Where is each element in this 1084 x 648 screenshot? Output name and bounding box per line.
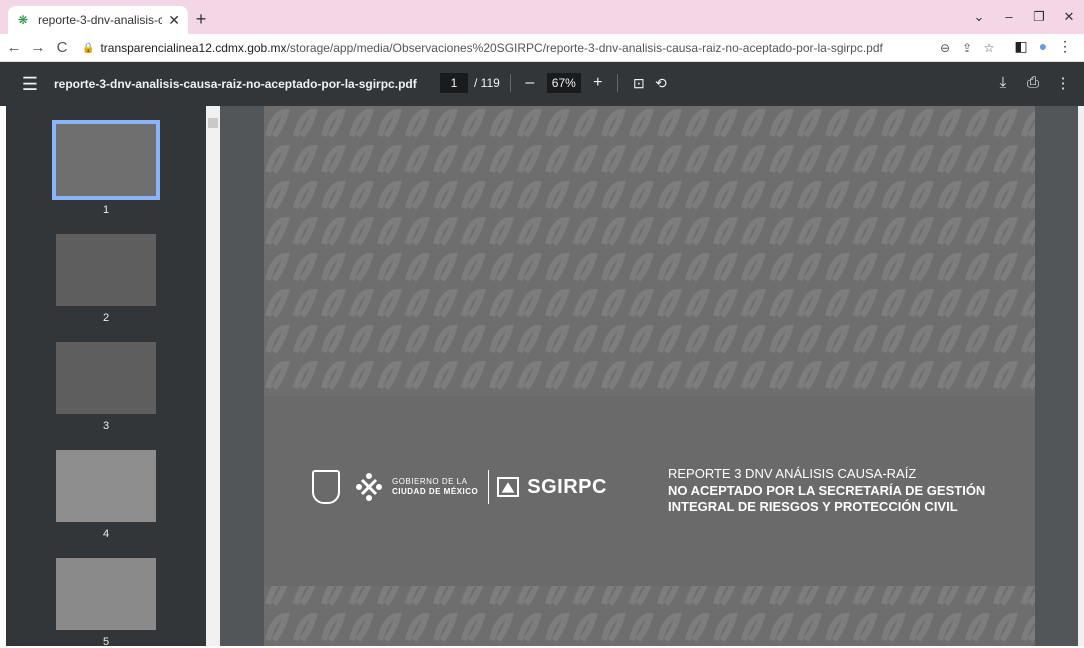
rotate-icon[interactable]: ⟲ <box>650 75 672 92</box>
print-icon[interactable]: ⎙ <box>1018 74 1048 92</box>
thumbnail-page-1[interactable] <box>52 120 160 200</box>
zoom-icon[interactable]: ⊖ <box>934 41 956 55</box>
zoom-input[interactable]: 67% <box>546 73 581 93</box>
zoom-out-button[interactable]: – <box>521 74 539 92</box>
tab-title: reporte-3-dnv-analisis-causa-raiz <box>38 13 163 27</box>
thumbnail-number: 4 <box>102 528 110 540</box>
agency-name: SGIRPC <box>527 475 607 498</box>
thumbnail-sidebar: 1 2 3 4 5 <box>6 106 220 648</box>
window-controls: ⌄ – ❐ ✕ <box>964 6 1084 28</box>
total-pages: / 119 <box>474 76 500 90</box>
cdmx-logo-icon <box>356 473 382 501</box>
profile-avatar[interactable]: ● <box>1032 38 1054 58</box>
more-options-icon[interactable]: ⋮ <box>1048 74 1078 92</box>
new-tab-button[interactable]: + <box>190 8 212 30</box>
thumbnail-number: 3 <box>102 420 110 432</box>
thumbnails-menu-icon[interactable]: ☰ <box>10 74 50 95</box>
tab-close-button[interactable]: ✕ <box>168 12 180 29</box>
back-button[interactable]: ← <box>4 39 24 56</box>
page-controls: 1 / 119 – 67% + ⊡ ⟲ <box>440 73 672 93</box>
thumbnail-page-3[interactable] <box>56 342 156 414</box>
zoom-in-button[interactable]: + <box>589 74 607 92</box>
thumbnail-page-5[interactable] <box>56 558 156 630</box>
omnibox-actions: ⊖ ⇪ ☆ <box>934 41 1000 55</box>
thumbnail-number: 1 <box>102 204 110 216</box>
close-window-button[interactable]: ✕ <box>1054 6 1084 28</box>
thumbnail-number: 2 <box>102 312 110 324</box>
page-number-input[interactable]: 1 <box>440 73 468 93</box>
tab-active[interactable]: ❋ reporte-3-dnv-analisis-causa-raiz ✕ <box>8 6 188 34</box>
report-subtitle-2: INTEGRAL DE RIESGOS Y PROTECCIÓN CIVIL <box>668 499 958 514</box>
report-subtitle-1: NO ACEPTADO POR LA SECRETARÍA DE GESTIÓN <box>668 483 986 498</box>
gov-line-1: GOBIERNO DE LA <box>392 477 468 486</box>
forward-button[interactable]: → <box>28 39 48 56</box>
logo-group: GOBIERNO DE LA CIUDAD DE MÉXICO SGIRPC <box>312 470 607 504</box>
tab-search-button[interactable]: ⌄ <box>964 6 994 28</box>
favicon-icon: ❋ <box>17 13 29 27</box>
menu-kebab-icon[interactable]: ⋮ <box>1054 38 1076 58</box>
pdf-viewer: GOBIERNO DE LA CIUDAD DE MÉXICO SGIRPC R… <box>220 106 1084 646</box>
thumbnail-number: 5 <box>102 636 110 648</box>
main-scrollbar[interactable] <box>1078 106 1084 646</box>
coat-of-arms-icon <box>312 470 340 504</box>
pdf-page-1: GOBIERNO DE LA CIUDAD DE MÉXICO SGIRPC R… <box>264 106 1035 646</box>
bookmark-star-icon[interactable]: ☆ <box>978 41 1000 55</box>
sgirpc-logo-icon <box>497 477 520 497</box>
pdf-actions: ⤓ ⎙ ⋮ <box>988 74 1078 92</box>
download-icon[interactable]: ⤓ <box>988 74 1018 92</box>
pdf-toolbar: ☰ reporte-3-dnv-analisis-causa-raiz-no-a… <box>0 62 1084 106</box>
cover-title-block: REPORTE 3 DNV ANÁLISIS CAUSA-RAÍZ NO ACE… <box>668 466 985 515</box>
url-path: /storage/app/media/Observaciones%20SGIRP… <box>286 41 883 55</box>
lock-icon[interactable]: 🔒 <box>82 43 94 54</box>
minimize-button[interactable]: – <box>994 6 1024 28</box>
url-host: transparencialinea12.cdmx.gob.mx <box>100 41 287 55</box>
address-bar[interactable]: 🔒 transparencialinea12.cdmx.gob.mx /stor… <box>82 36 996 60</box>
maximize-button[interactable]: ❐ <box>1024 6 1054 28</box>
gov-line-2: CIUDAD DE MÉXICO <box>392 487 479 496</box>
scrollbar-thumb[interactable] <box>208 118 218 128</box>
thumbnail-page-2[interactable] <box>56 234 156 306</box>
divider <box>616 74 618 92</box>
toolbar: ← → C 🔒 transparencialinea12.cdmx.gob.mx… <box>0 34 1084 62</box>
pdf-filename: reporte-3-dnv-analisis-causa-raiz-no-ace… <box>54 77 417 91</box>
thumbnail-page-4[interactable] <box>56 450 156 522</box>
extensions-area: ◧ ● ⋮ <box>1010 38 1076 58</box>
report-title: REPORTE 3 DNV ANÁLISIS CAUSA-RAÍZ <box>668 466 917 481</box>
government-label: GOBIERNO DE LA CIUDAD DE MÉXICO <box>392 477 478 497</box>
logo-divider <box>488 470 490 504</box>
tab-strip: ❋ reporte-3-dnv-analisis-causa-raiz ✕ + … <box>0 0 1084 34</box>
reload-button[interactable]: C <box>52 39 72 56</box>
side-panel-icon[interactable]: ◧ <box>1010 38 1032 58</box>
share-icon[interactable]: ⇪ <box>956 41 978 55</box>
divider <box>509 74 511 92</box>
sidebar-scrollbar[interactable] <box>206 106 220 646</box>
fit-page-icon[interactable]: ⊡ <box>628 75 650 92</box>
